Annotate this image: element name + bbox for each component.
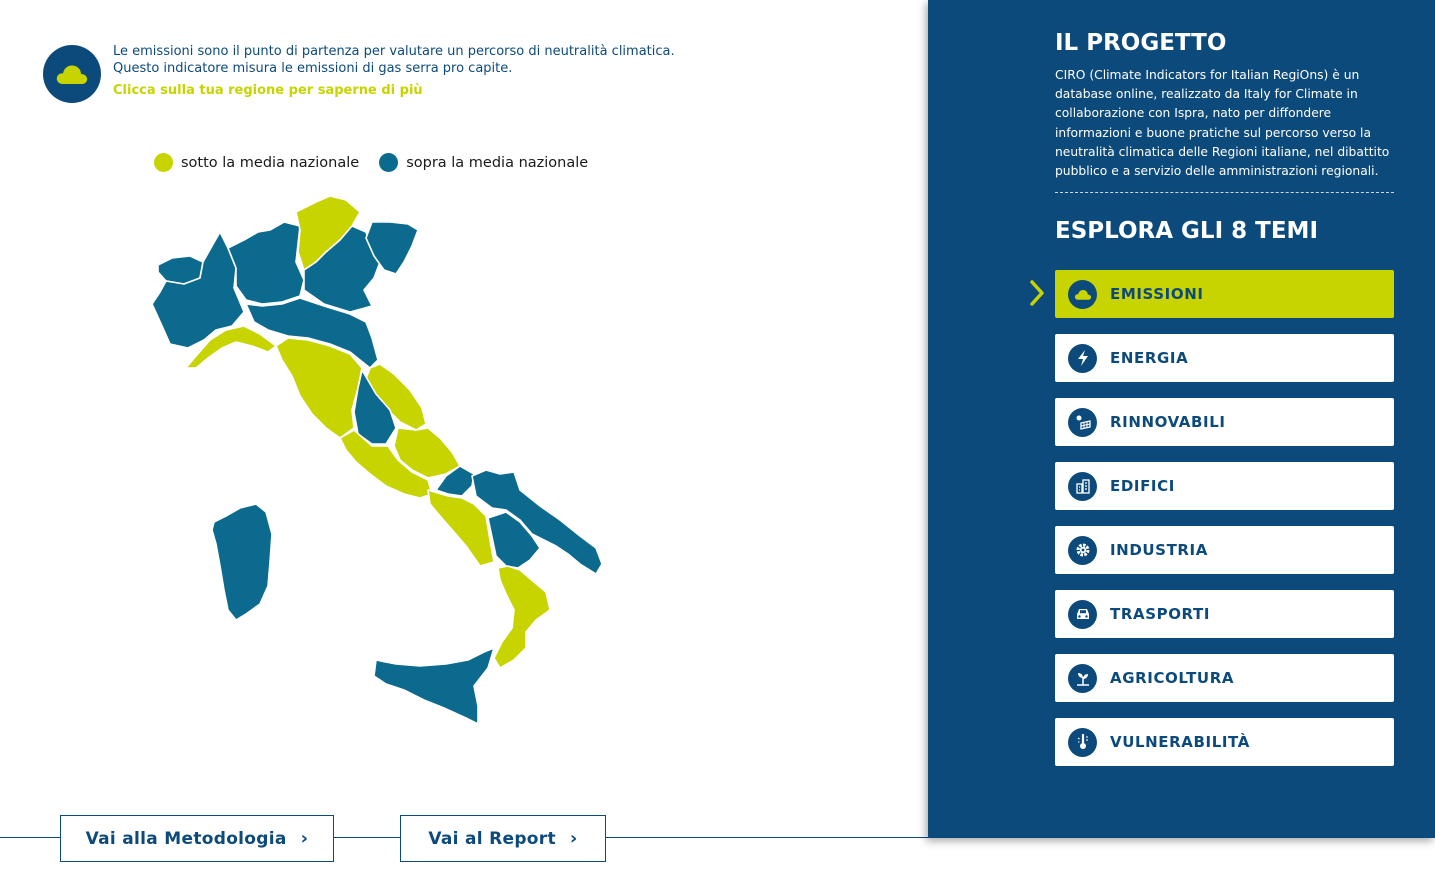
project-line: collaborazione con Ispra, nato per diffo… xyxy=(1055,106,1332,121)
theme-edifici[interactable]: EDIFICI xyxy=(1055,462,1394,510)
theme-label: RINNOVABILI xyxy=(1110,413,1226,431)
theme-rinnovabili[interactable]: RINNOVABILI xyxy=(1055,398,1394,446)
solar-panel-icon xyxy=(1068,407,1097,437)
active-theme-chevron-icon xyxy=(1030,280,1044,306)
theme-trasporti[interactable]: TRASPORTI xyxy=(1055,590,1394,638)
report-button-label: Vai al Report xyxy=(428,828,556,849)
cloud-icon xyxy=(1068,279,1097,309)
project-panel: IL PROGETTO CIRO (Climate Indicators for… xyxy=(928,0,1435,838)
plant-icon xyxy=(1068,663,1097,693)
theme-emissioni[interactable]: EMISSIONI xyxy=(1055,270,1394,318)
lightning-icon xyxy=(1068,343,1097,373)
methodology-button[interactable]: Vai alla Metodologia › xyxy=(60,815,334,862)
emissions-cloud-badge xyxy=(43,45,101,103)
theme-vulnerabilita[interactable]: VULNERABILITÀ xyxy=(1055,718,1394,766)
dashed-divider xyxy=(1055,192,1394,193)
gear-icon xyxy=(1068,535,1097,565)
project-description: CIRO (Climate Indicators for Italian Reg… xyxy=(1055,66,1400,181)
themes-title: ESPLORA GLI 8 TEMI xyxy=(1055,218,1318,244)
intro-description: Le emissioni sono il punto di partenza p… xyxy=(113,44,713,77)
legend-below: sotto la media nazionale xyxy=(154,153,359,172)
methodology-button-label: Vai alla Metodologia xyxy=(85,828,287,849)
project-line: neutralità climatica delle Regioni itali… xyxy=(1055,144,1390,159)
cloud-icon xyxy=(56,65,88,84)
legend-below-label: sotto la media nazionale xyxy=(181,154,360,171)
theme-industria[interactable]: INDUSTRIA xyxy=(1055,526,1394,574)
report-button[interactable]: Vai al Report › xyxy=(400,815,606,862)
project-line: informazioni e buone pratiche sul percor… xyxy=(1055,125,1372,140)
chevron-right-icon: › xyxy=(300,828,309,849)
theme-label: VULNERABILITÀ xyxy=(1110,733,1250,751)
chevron-right-icon: › xyxy=(569,828,578,849)
italy-regions-map xyxy=(151,195,603,725)
theme-label: EMISSIONI xyxy=(1110,285,1204,303)
region-sardegna[interactable] xyxy=(211,503,273,621)
theme-label: AGRICOLTURA xyxy=(1110,669,1235,687)
car-icon xyxy=(1068,599,1097,629)
project-title: IL PROGETTO xyxy=(1055,30,1227,56)
intro-line-1: Le emissioni sono il punto di partenza p… xyxy=(113,44,675,59)
region-lombardia[interactable] xyxy=(227,221,305,305)
theme-label: ENERGIA xyxy=(1110,349,1189,367)
map-legend: sotto la media nazionale sopra la media … xyxy=(154,153,608,172)
theme-agricoltura[interactable]: AGRICOLTURA xyxy=(1055,654,1394,702)
theme-label: EDIFICI xyxy=(1110,477,1175,495)
legend-above-label: sopra la media nazionale xyxy=(406,154,589,171)
region-calabria[interactable] xyxy=(493,565,551,669)
legend-below-swatch xyxy=(154,153,173,172)
theme-label: INDUSTRIA xyxy=(1110,541,1208,559)
theme-label: TRASPORTI xyxy=(1110,605,1211,623)
intro-line-2: Questo indicatore misura le emissioni di… xyxy=(113,60,513,76)
thermometer-icon xyxy=(1068,727,1097,757)
building-icon xyxy=(1068,471,1097,501)
project-line: pubblico e a servizio delle amministrazi… xyxy=(1055,164,1379,179)
region-sicilia[interactable] xyxy=(373,647,495,725)
region-toscana[interactable] xyxy=(275,337,363,439)
theme-energia[interactable]: ENERGIA xyxy=(1055,334,1394,382)
legend-above: sopra la media nazionale xyxy=(379,153,588,172)
project-line: database online, realizzato da Italy for… xyxy=(1055,87,1358,102)
legend-above-swatch xyxy=(379,153,399,172)
project-line: CIRO (Climate Indicators for Italian Reg… xyxy=(1055,68,1360,82)
intro-cta: Clicca sulla tua regione per saperne di … xyxy=(113,83,423,98)
